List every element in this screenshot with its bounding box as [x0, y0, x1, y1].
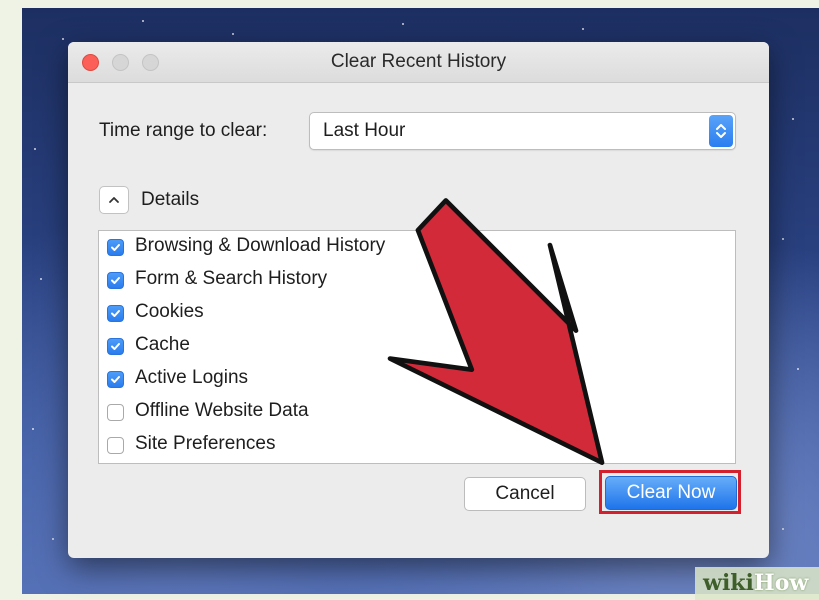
up-down-stepper-icon [709, 115, 733, 147]
offline-data-checkbox[interactable] [107, 404, 124, 421]
chevron-up-icon [109, 197, 119, 203]
details-toggle-button[interactable] [99, 186, 129, 214]
wikihow-watermark: wikiHow [695, 567, 819, 600]
list-item-label: Cookies [135, 301, 204, 322]
cache-checkbox[interactable] [107, 338, 124, 355]
time-range-label: Time range to clear: [99, 120, 268, 141]
cookies-checkbox[interactable] [107, 305, 124, 322]
time-range-value: Last Hour [323, 120, 406, 141]
screenshot-frame: Clear Recent History Time range to clear… [0, 0, 819, 600]
checkmark-icon [111, 343, 120, 350]
list-item-label: Browsing & Download History [135, 235, 386, 256]
list-item-label: Active Logins [135, 367, 249, 388]
active-logins-checkbox[interactable] [107, 371, 124, 388]
title-bar: Clear Recent History [68, 42, 769, 83]
list-item-label: Site Preferences [135, 433, 276, 454]
checkmark-icon [111, 310, 120, 317]
time-range-select[interactable]: Last Hour [309, 112, 736, 150]
form-history-checkbox[interactable] [107, 272, 124, 289]
site-preferences-checkbox[interactable] [107, 437, 124, 454]
list-item-label: Form & Search History [135, 268, 328, 289]
details-label: Details [141, 189, 200, 210]
dialog-title: Clear Recent History [330, 51, 507, 72]
list-item-label: Offline Website Data [135, 400, 309, 421]
red-arrow-icon [387, 198, 605, 466]
list-item-label: Cache [135, 334, 190, 355]
clear-now-button[interactable]: Clear Now [605, 476, 737, 510]
checkmark-icon [111, 376, 120, 383]
checkmark-icon [111, 277, 120, 284]
cancel-button[interactable]: Cancel [464, 477, 586, 511]
clear-history-dialog: Clear Recent History Time range to clear… [68, 42, 769, 558]
checkmark-icon [111, 244, 120, 251]
browsing-history-checkbox[interactable] [107, 239, 124, 256]
